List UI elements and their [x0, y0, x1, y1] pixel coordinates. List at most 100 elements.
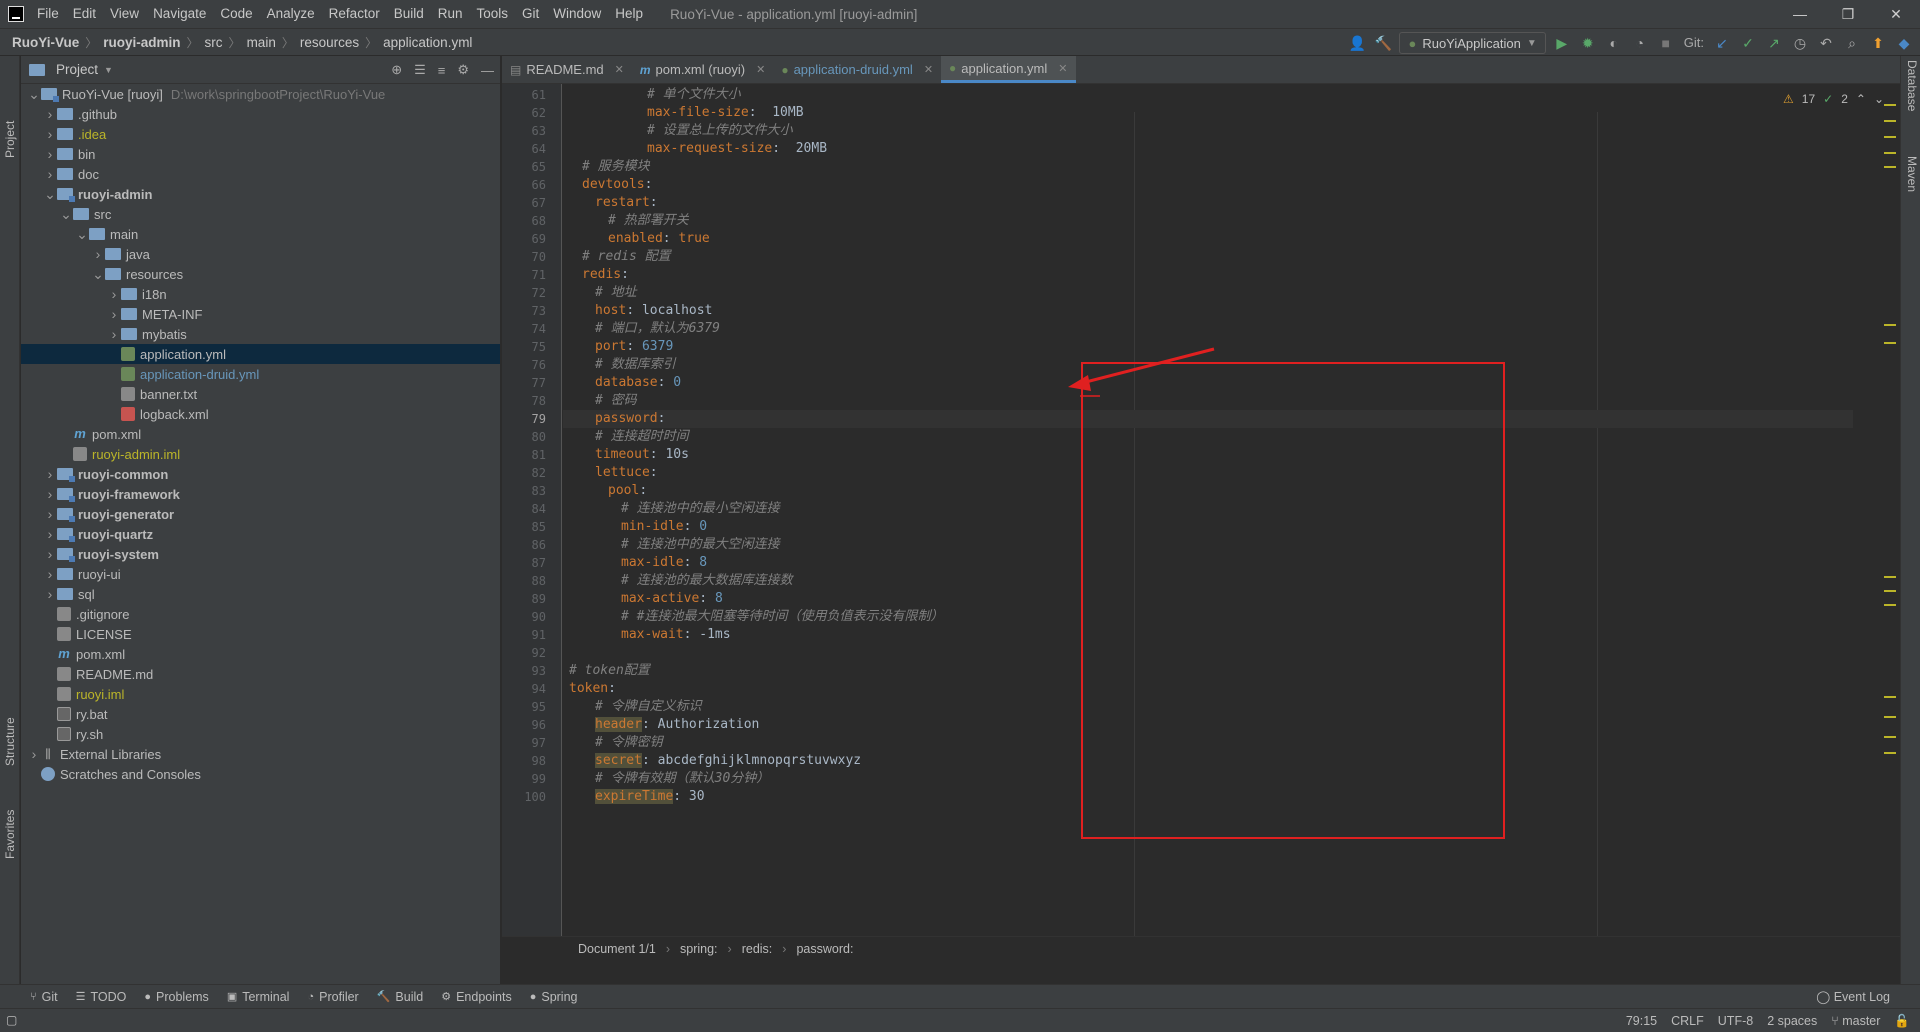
git-push-icon[interactable]: ↗ — [1764, 33, 1784, 53]
debug-icon[interactable]: ✹ — [1578, 33, 1598, 53]
chevron-right-icon[interactable]: › — [43, 466, 57, 482]
tree-item[interactable]: › ruoyi-framework — [21, 484, 500, 504]
menu-item-navigate[interactable]: Navigate — [146, 0, 213, 28]
run-icon[interactable]: ▶ — [1552, 33, 1572, 53]
layout-icon[interactable]: ▢ — [6, 1013, 17, 1027]
git-update-icon[interactable]: ↙ — [1712, 33, 1732, 53]
tree-item[interactable]: ruoyi-admin.iml — [21, 444, 500, 464]
chevron-down-icon[interactable]: ⌄ — [59, 206, 73, 223]
rollback-icon[interactable]: ↶ — [1816, 33, 1836, 53]
stop-icon[interactable]: ■ — [1656, 33, 1676, 53]
chevron-right-icon[interactable]: › — [43, 566, 57, 582]
chevron-right-icon[interactable]: › — [43, 506, 57, 522]
project-tool-tab[interactable]: Project — [0, 106, 20, 166]
editor-tab[interactable]: m pom.xml (ruoyi) ✕ — [632, 56, 773, 83]
editor-breadcrumb-item[interactable]: redis: — [742, 942, 773, 956]
chevron-right-icon[interactable]: › — [43, 526, 57, 542]
breadcrumb-item[interactable]: src — [201, 35, 227, 50]
tool-todo-button[interactable]: ☰ TODO — [76, 990, 127, 1004]
expand-all-icon[interactable]: ☰ — [414, 62, 426, 78]
tree-item[interactable]: logback.xml — [21, 404, 500, 424]
menu-item-edit[interactable]: Edit — [66, 0, 103, 28]
editor-tab[interactable]: ▤ README.md ✕ — [502, 56, 632, 83]
tree-item[interactable]: ry.sh — [21, 724, 500, 744]
tree-item[interactable]: › ruoyi-ui — [21, 564, 500, 584]
chevron-right-icon[interactable]: › — [43, 146, 57, 162]
build-hammer-icon[interactable]: 🔨 — [1373, 33, 1393, 53]
warning-marker[interactable] — [1884, 104, 1896, 106]
tree-item[interactable]: banner.txt — [21, 384, 500, 404]
chevron-right-icon[interactable]: › — [43, 486, 57, 502]
editor-breadcrumb-item[interactable]: spring: — [680, 942, 718, 956]
tree-item[interactable]: ry.bat — [21, 704, 500, 724]
warning-marker[interactable] — [1884, 324, 1896, 326]
tree-item[interactable]: › ruoyi-system — [21, 544, 500, 564]
tree-item[interactable]: › bin — [21, 144, 500, 164]
tree-item[interactable]: › doc — [21, 164, 500, 184]
tree-item[interactable]: ⌄ RuoYi-Vue [ruoyi] D:\work\springbootProj… — [21, 84, 500, 104]
warning-marker[interactable] — [1884, 152, 1896, 154]
menu-item-code[interactable]: Code — [213, 0, 259, 28]
run-config-selector[interactable]: ● RuoYiApplication ▼ — [1399, 32, 1546, 54]
breadcrumb-item[interactable]: application.yml — [379, 35, 476, 50]
warning-marker[interactable] — [1884, 120, 1896, 122]
tree-item[interactable]: ruoyi.iml — [21, 684, 500, 704]
tree-item[interactable]: application.yml — [21, 344, 500, 364]
gear-icon[interactable]: ⚙ — [457, 62, 469, 78]
lock-icon[interactable]: 🔓 — [1894, 1014, 1910, 1029]
close-icon[interactable]: ✕ — [1058, 62, 1067, 75]
breadcrumb-item[interactable]: main — [243, 35, 280, 50]
tree-item[interactable]: README.md — [21, 664, 500, 684]
event-log-button[interactable]: ◯ Event Log — [1816, 985, 1890, 1009]
menu-item-tools[interactable]: Tools — [470, 0, 516, 28]
close-icon[interactable]: ✕ — [615, 63, 624, 76]
breadcrumb-item[interactable]: RuoYi-Vue — [8, 35, 83, 50]
tree-item[interactable]: › ruoyi-quartz — [21, 524, 500, 544]
menu-item-help[interactable]: Help — [608, 0, 650, 28]
warning-marker[interactable] — [1884, 752, 1896, 754]
warning-marker[interactable] — [1884, 604, 1896, 606]
tool-terminal-button[interactable]: ▣ Terminal — [227, 990, 290, 1004]
history-icon[interactable]: ◷ — [1790, 33, 1810, 53]
chevron-right-icon[interactable]: › — [107, 326, 121, 342]
menu-item-build[interactable]: Build — [387, 0, 431, 28]
git-commit-icon[interactable]: ✓ — [1738, 33, 1758, 53]
project-view-selector[interactable]: Project — [56, 62, 98, 77]
menu-item-refactor[interactable]: Refactor — [322, 0, 387, 28]
minimize-button[interactable]: — — [1776, 0, 1824, 28]
search-icon[interactable]: ⌕ — [1842, 33, 1862, 53]
error-stripe[interactable] — [1884, 56, 1900, 984]
chevron-right-icon[interactable]: › — [43, 106, 57, 122]
chevron-down-icon[interactable]: ⌄ — [27, 86, 41, 103]
chevron-down-icon[interactable]: ▼ — [104, 65, 113, 75]
chevron-down-icon[interactable]: ⌄ — [75, 226, 89, 243]
breadcrumb-item[interactable]: ruoyi-admin — [99, 35, 184, 50]
tool-problems-button[interactable]: ● Problems — [144, 990, 208, 1004]
tree-item[interactable]: › ruoyi-common — [21, 464, 500, 484]
maven-tool-tab[interactable]: Maven — [1903, 156, 1920, 216]
chevron-right-icon[interactable]: › — [43, 166, 57, 182]
tree-item[interactable]: › i18n — [21, 284, 500, 304]
chevron-down-icon[interactable]: ⌄ — [43, 186, 57, 203]
editor-breadcrumb-item[interactable]: password: — [796, 942, 853, 956]
collapse-all-icon[interactable]: ≡ — [438, 63, 446, 78]
chevron-right-icon[interactable]: › — [43, 586, 57, 602]
chevron-right-icon[interactable]: › — [91, 246, 105, 262]
warning-marker[interactable] — [1884, 736, 1896, 738]
indent-setting[interactable]: 2 spaces — [1767, 1014, 1817, 1028]
tree-item[interactable]: m pom.xml — [21, 644, 500, 664]
tree-item[interactable]: .gitignore — [21, 604, 500, 624]
hide-icon[interactable]: — — [481, 63, 494, 78]
tree-item[interactable]: › ⫼ External Libraries — [21, 744, 500, 764]
line-separator[interactable]: CRLF — [1671, 1014, 1704, 1028]
breadcrumb-item[interactable]: resources — [296, 35, 363, 50]
chevron-right-icon[interactable]: › — [43, 126, 57, 142]
tool-spring-button[interactable]: ● Spring — [530, 990, 578, 1004]
tree-item[interactable]: ⌄ main — [21, 224, 500, 244]
locate-icon[interactable]: ⊕ — [391, 62, 402, 78]
database-tool-tab[interactable]: Database — [1903, 60, 1920, 150]
tool-git-button[interactable]: ⑂ Git — [30, 990, 58, 1004]
tree-item[interactable]: › ruoyi-generator — [21, 504, 500, 524]
close-icon[interactable]: ✕ — [924, 63, 933, 76]
favorites-tool-tab[interactable]: Favorites — [0, 791, 20, 861]
